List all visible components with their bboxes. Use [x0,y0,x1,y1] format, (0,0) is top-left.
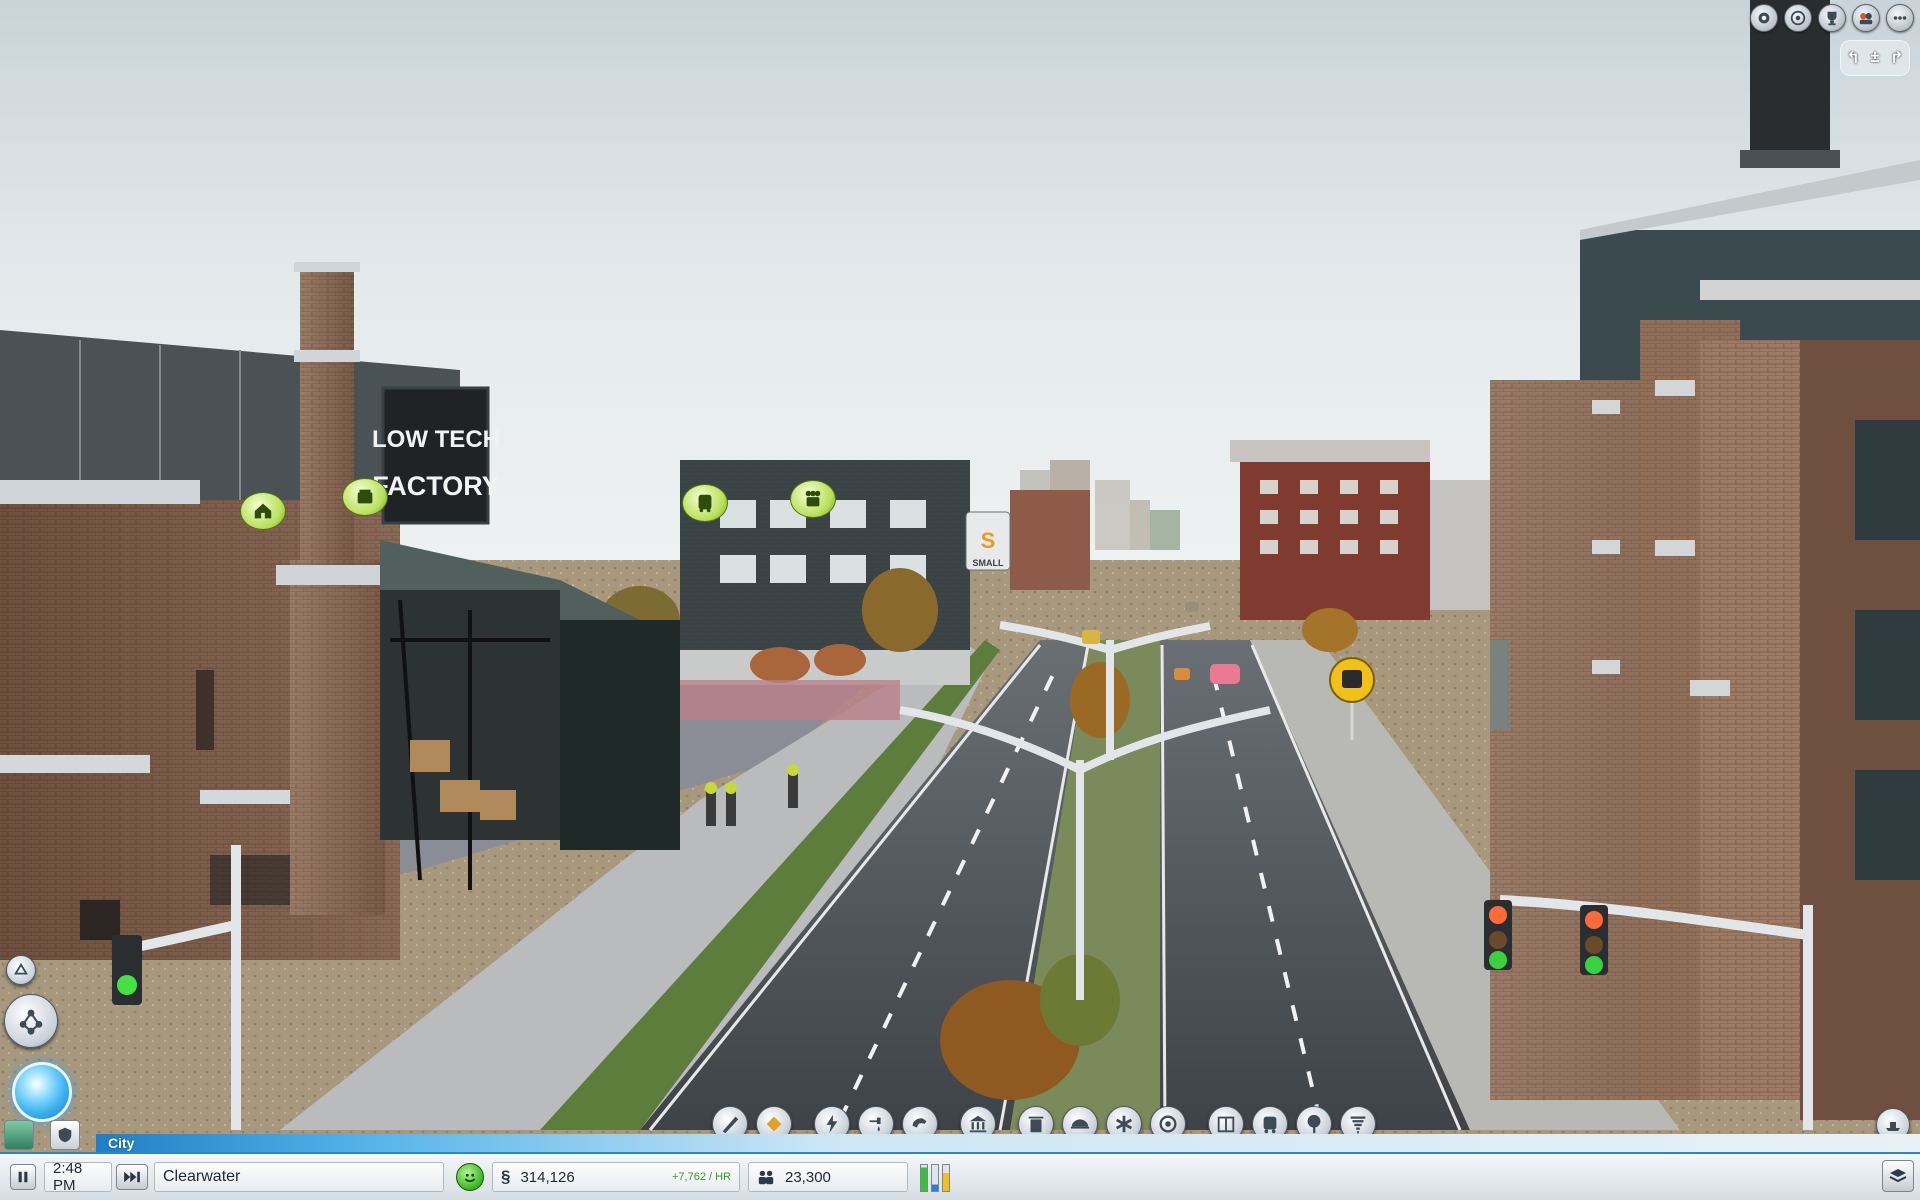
sim-orb-button[interactable] [12,1062,72,1122]
bubble-bus-icon[interactable] [682,484,728,522]
clock-text: 2:48 PM [53,1160,83,1194]
layers-button[interactable] [1882,1160,1914,1192]
bubble-shop-icon[interactable] [342,478,388,516]
funds-display[interactable]: § 314,126 +7,762 / HR [492,1162,740,1192]
population-display[interactable]: 23,300 [748,1162,908,1192]
rotate-left-icon[interactable]: ↰ [1846,48,1859,68]
trophy-icon[interactable] [1818,4,1846,32]
svg-text:S: S [981,528,996,553]
layers-icon [1889,1169,1907,1183]
more-options-icon[interactable] [1886,4,1914,32]
rotate-right-icon[interactable]: ↱ [1890,48,1903,68]
city-panel-strip: City [96,1134,1920,1152]
friends-icon[interactable] [1852,4,1880,32]
regions-icon[interactable] [1784,4,1812,32]
fast-forward-icon [124,1171,140,1183]
region-network-button[interactable] [4,994,58,1048]
data-map-button[interactable] [6,955,36,985]
top-right-toolbar [1750,4,1914,32]
happy-face-icon[interactable] [456,1163,484,1191]
zoom-icon[interactable]: ± [1871,49,1880,67]
pause-button[interactable] [10,1164,36,1190]
city-snapshot-icon[interactable] [4,1120,34,1150]
commercial-demand-bar [931,1164,939,1192]
status-bar: 2:48 PM Clearwater § 314,126 +7,762 / HR… [0,1152,1920,1200]
city-name-field[interactable]: Clearwater [154,1162,444,1192]
simoleon-icon: § [501,1167,511,1186]
small-business-sign: SMALL [973,558,1004,568]
rci-demand-meter[interactable] [920,1162,950,1192]
bubble-house-icon[interactable] [240,492,286,530]
population-icon [758,1170,774,1185]
speed-button[interactable] [116,1164,148,1190]
income-rate: +7,762 / HR [671,1171,731,1183]
achievements-icon[interactable] [1750,4,1778,32]
population-value: 23,300 [785,1168,831,1186]
city-name: Clearwater [163,1168,241,1185]
panel-label: City [108,1135,135,1151]
clock-display: 2:48 PM [44,1160,112,1194]
pause-icon [18,1171,28,1183]
industrial-demand-bar [942,1164,950,1192]
city-3d-view[interactable]: S SMALL LOW TECH FACTORY [0,0,1920,1200]
funds-value: 314,126 [520,1168,575,1186]
bubble-workers-icon[interactable] [790,480,836,518]
camera-controls: ↰ ± ↱ [1840,40,1910,76]
factory-sign-line1: LOW TECH [372,426,500,453]
shield-icon[interactable] [50,1120,80,1150]
residential-demand-bar [920,1164,928,1192]
factory-sign-line2: FACTORY [372,471,500,501]
